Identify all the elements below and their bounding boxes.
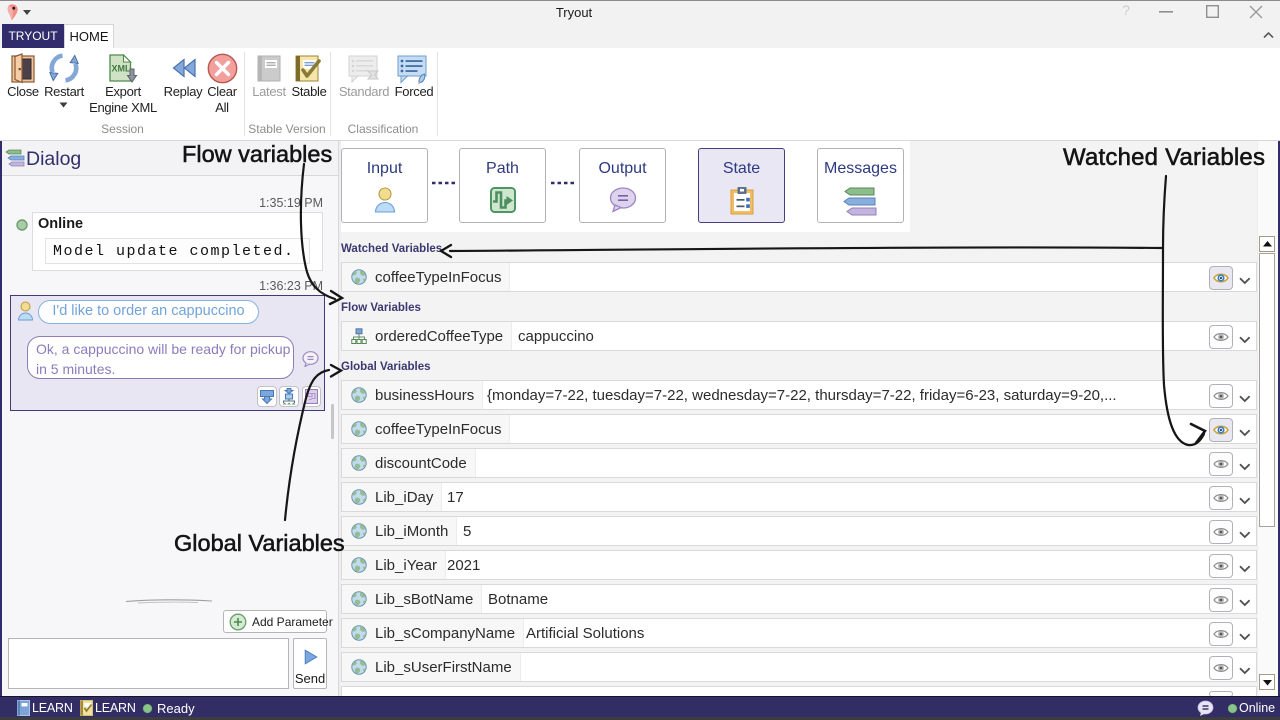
svg-text:XML: XML [112, 64, 132, 74]
